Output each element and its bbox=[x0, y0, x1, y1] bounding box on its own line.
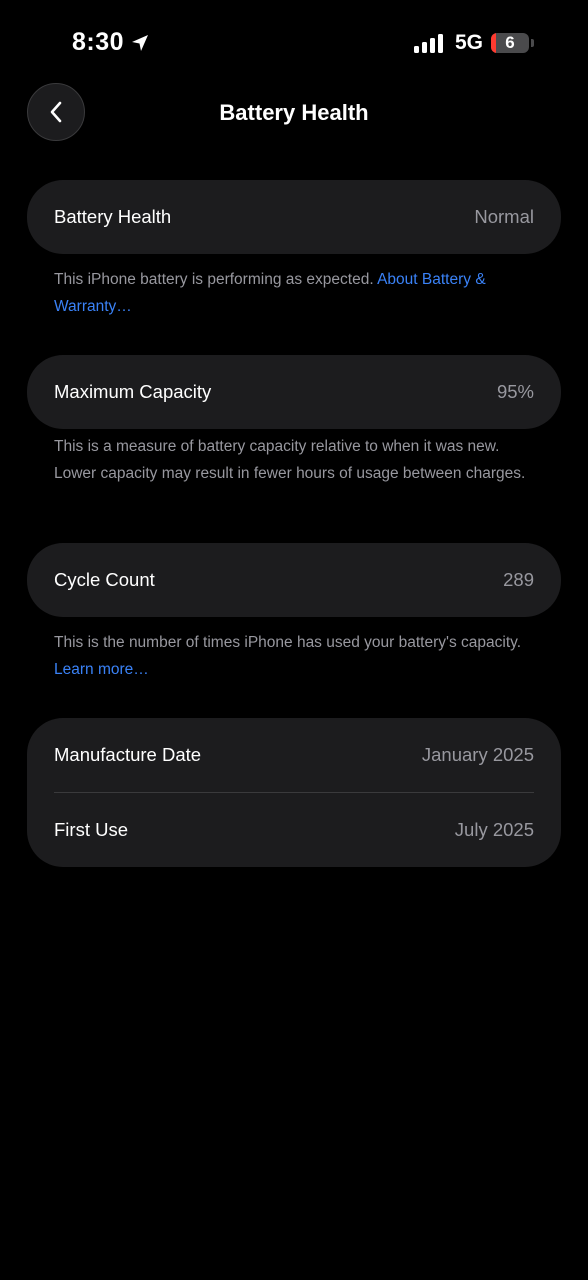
first-use-value: July 2025 bbox=[454, 819, 534, 840]
cycle-count-label: Cycle Count bbox=[54, 569, 155, 590]
first-use-label: First Use bbox=[54, 819, 128, 840]
maximum-capacity-value: 95% bbox=[496, 381, 534, 402]
cycle-count-row: Cycle Count 289 bbox=[27, 543, 561, 617]
learn-more-link[interactable]: Learn more… bbox=[54, 661, 149, 678]
battery-tip bbox=[531, 39, 534, 47]
maximum-capacity-card: Maximum Capacity 95% bbox=[27, 355, 561, 429]
maximum-capacity-footnote: This is a measure of battery capacity re… bbox=[54, 438, 526, 482]
network-type: 5G bbox=[454, 31, 483, 54]
battery-health-label: Battery Health bbox=[54, 206, 172, 227]
battery-health-footnote-text: This iPhone battery is performing as exp… bbox=[54, 271, 378, 288]
cycle-count-value: 289 bbox=[503, 569, 534, 590]
cycle-count-card: Cycle Count 289 bbox=[27, 543, 561, 617]
battery-health-card: Battery Health Normal bbox=[27, 180, 561, 254]
battery-health-value: Normal bbox=[474, 206, 534, 227]
manufacture-date-value: January 2025 bbox=[421, 744, 534, 765]
status-time-text: 8:30 bbox=[72, 28, 125, 56]
first-use-row: First Use July 2025 bbox=[27, 793, 561, 867]
status-bar: 8:30 5G 6 bbox=[0, 0, 588, 90]
page-title: Battery Health bbox=[219, 100, 369, 125]
manufacture-date-label: Manufacture Date bbox=[54, 744, 202, 765]
battery-dates-card: Manufacture Date January 2025 First Use … bbox=[27, 718, 561, 867]
cycle-count-footnote: This is the number of times iPhone has u… bbox=[54, 629, 544, 683]
battery-health-row: Battery Health Normal bbox=[27, 180, 561, 254]
status-indicators: 5G 6 bbox=[413, 31, 534, 55]
status-time: 8:30 bbox=[72, 28, 150, 57]
battery-icon: 6 bbox=[491, 33, 529, 53]
location-arrow-icon bbox=[132, 34, 149, 51]
battery-fill bbox=[491, 33, 496, 53]
cycle-count-footnote-text: This is the number of times iPhone has u… bbox=[54, 634, 522, 651]
manufacture-date-row: Manufacture Date January 2025 bbox=[27, 718, 561, 792]
battery-level: 6 bbox=[505, 33, 515, 52]
signal-bars-icon bbox=[413, 33, 443, 53]
maximum-capacity-row: Maximum Capacity 95% bbox=[27, 355, 561, 429]
battery-health-footnote: This iPhone battery is performing as exp… bbox=[54, 266, 544, 320]
maximum-capacity-label: Maximum Capacity bbox=[54, 381, 212, 402]
